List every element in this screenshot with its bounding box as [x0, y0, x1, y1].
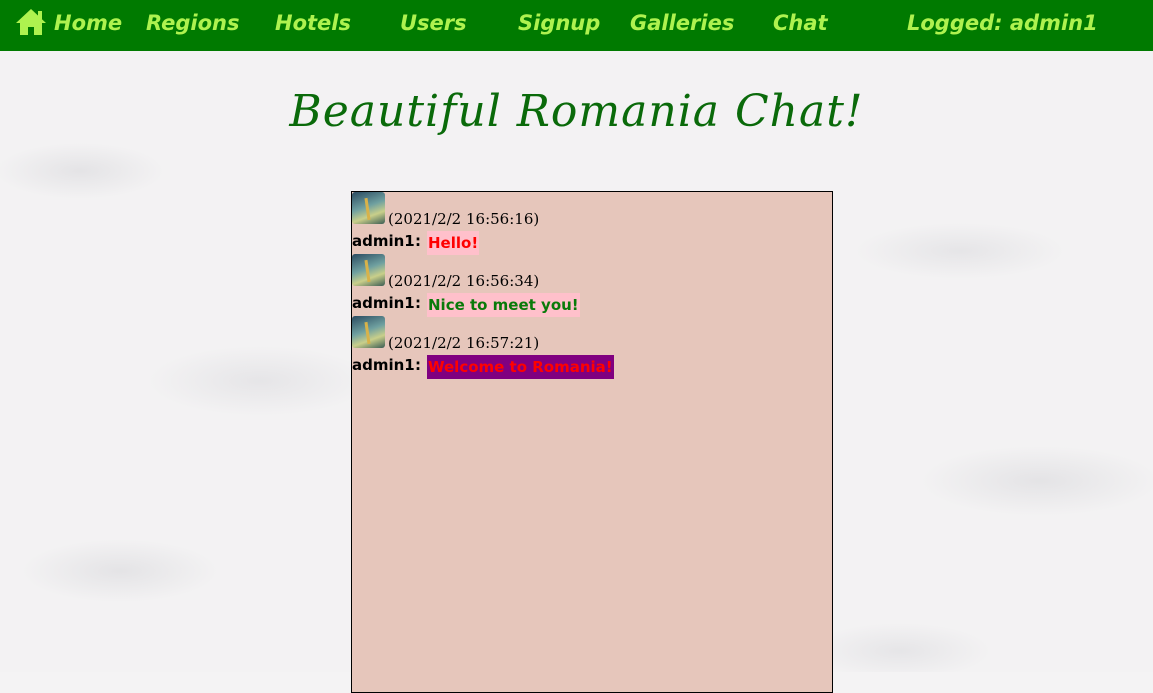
user-avatar	[352, 192, 385, 224]
chat-log[interactable]: (2021/2/2 16:56:16) admin1 : Hello! (202…	[351, 191, 833, 693]
nav-home[interactable]: Home	[54, 6, 122, 40]
message-sender: admin1	[352, 356, 415, 374]
nav-users[interactable]: Users	[400, 6, 467, 40]
message-separator: :	[415, 356, 421, 374]
nav-hotels[interactable]: Hotels	[275, 6, 351, 40]
chat-message: (2021/2/2 16:56:16) admin1 : Hello!	[352, 192, 832, 255]
user-avatar	[352, 254, 385, 286]
home-icon[interactable]	[14, 7, 48, 37]
nav-galleries[interactable]: Galleries	[630, 6, 734, 40]
top-navbar: Home Regions Hotels Users Signup Galleri…	[0, 0, 1153, 51]
message-text: Nice to meet you!	[427, 293, 580, 317]
user-avatar	[352, 316, 385, 348]
nav-signup[interactable]: Signup	[518, 6, 600, 40]
message-separator: :	[415, 232, 421, 250]
nav-chat[interactable]: Chat	[773, 6, 828, 40]
message-sender: admin1	[352, 232, 415, 250]
message-separator: :	[415, 294, 421, 312]
message-timestamp: (2021/2/2 16:56:16)	[388, 210, 540, 228]
page-title: Beautiful Romania Chat!	[289, 86, 864, 137]
message-text: Welcome to Romania!	[427, 355, 614, 379]
message-sender: admin1	[352, 294, 415, 312]
message-timestamp: (2021/2/2 16:56:34)	[388, 272, 540, 290]
chat-message: (2021/2/2 16:56:34) admin1 : Nice to mee…	[352, 254, 832, 317]
chat-message: (2021/2/2 16:57:21) admin1 : Welcome to …	[352, 316, 832, 379]
logged-in-user[interactable]: Logged: admin1	[907, 6, 1098, 40]
nav-regions[interactable]: Regions	[146, 6, 239, 40]
message-text: Hello!	[427, 231, 480, 255]
message-timestamp: (2021/2/2 16:57:21)	[388, 334, 540, 352]
